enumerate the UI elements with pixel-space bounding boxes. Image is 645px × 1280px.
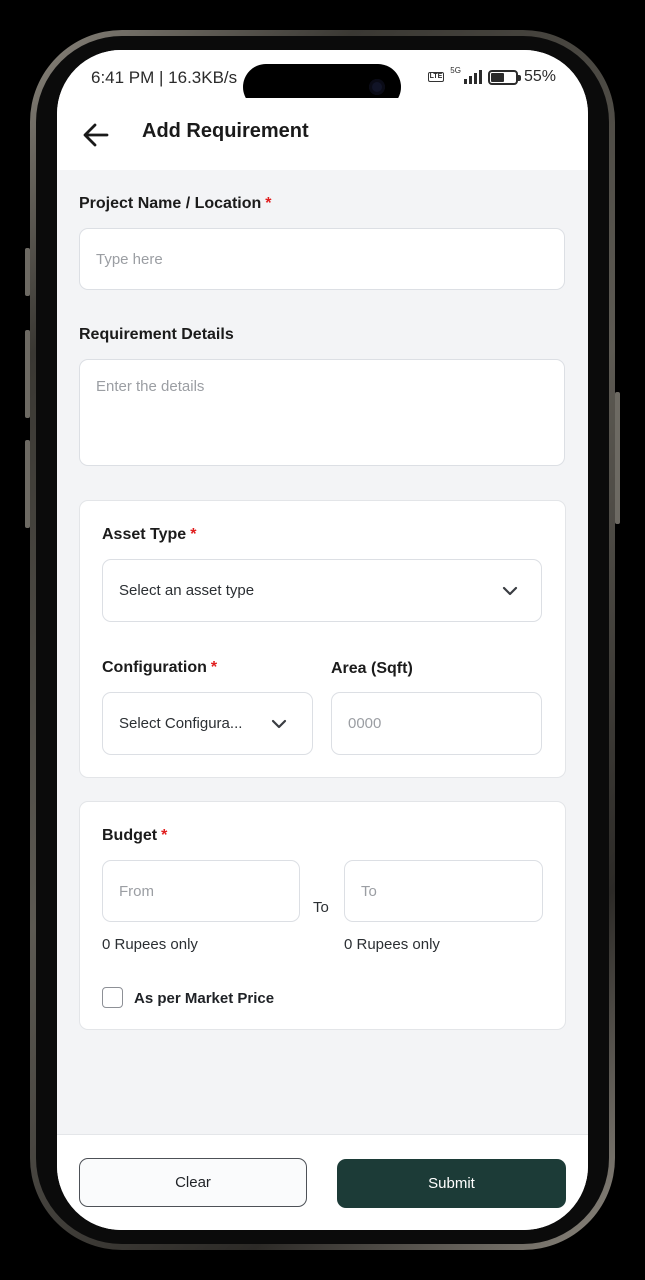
- details-textarea[interactable]: Enter the details: [79, 359, 565, 466]
- area-input[interactable]: 0000: [331, 692, 542, 755]
- clear-button[interactable]: Clear: [79, 1158, 307, 1207]
- budget-from-input[interactable]: From: [102, 860, 300, 922]
- chevron-down-icon: [502, 586, 518, 595]
- side-key: [25, 440, 30, 528]
- asset-type-select[interactable]: Select an asset type: [102, 559, 542, 622]
- status-icons: LTE 5G 55%: [427, 66, 556, 86]
- area-placeholder: 0000: [348, 715, 382, 732]
- asset-type-label-text: Asset Type: [102, 526, 187, 543]
- budget-to-input[interactable]: To: [344, 860, 543, 922]
- required-marker: *: [190, 526, 197, 543]
- screen: 6:41 PM | 16.3KB/s LTE 5G 55% Add Requir…: [57, 50, 588, 1230]
- budget-label-text: Budget: [102, 827, 158, 844]
- project-label: Project Name / Location *: [79, 195, 272, 213]
- battery-icon: [487, 69, 521, 85]
- details-label: Requirement Details: [79, 326, 234, 343]
- configuration-label: Configuration *: [102, 659, 217, 677]
- configuration-select[interactable]: Select Configura...: [102, 692, 313, 755]
- project-label-text: Project Name / Location: [79, 195, 262, 212]
- submit-button[interactable]: Submit: [337, 1159, 566, 1208]
- status-time: 6:41 PM | 16.3KB/s: [91, 68, 238, 87]
- asset-type-value: Select an asset type: [119, 582, 255, 599]
- battery-percent: 55%: [523, 68, 556, 85]
- budget-from-placeholder: From: [119, 882, 154, 900]
- volte-icon: LTE: [427, 72, 445, 82]
- budget-separator: To: [313, 899, 329, 916]
- details-placeholder: Enter the details: [96, 378, 205, 395]
- volume-up-button: [25, 248, 30, 296]
- budget-from-helper: 0 Rupees only: [102, 936, 198, 953]
- project-input[interactable]: Type here: [79, 228, 565, 290]
- area-label: Area (Sqft): [331, 660, 413, 677]
- chevron-down-icon: [271, 719, 287, 728]
- arrow-left-icon[interactable]: [81, 120, 111, 150]
- budget-to-helper: 0 Rupees only: [344, 936, 440, 953]
- required-marker: *: [210, 659, 218, 676]
- asset-type-label: Asset Type *: [102, 526, 196, 544]
- network-type: 5G: [450, 66, 461, 75]
- volume-down-button: [25, 330, 30, 418]
- power-button: [615, 392, 620, 524]
- budget-to-placeholder: To: [361, 882, 377, 900]
- configuration-value: Select Configura...: [119, 715, 243, 732]
- camera-icon: [369, 79, 385, 95]
- page-title: Add Requirement: [142, 120, 309, 142]
- footer-actions: Clear Submit: [57, 1134, 588, 1230]
- configuration-label-text: Configuration: [102, 659, 207, 676]
- app-header: Add Requirement: [57, 98, 588, 170]
- required-marker: *: [265, 195, 272, 212]
- signal-icon: [463, 70, 482, 84]
- project-placeholder: Type here: [96, 250, 163, 268]
- market-price-checkbox[interactable]: [102, 987, 123, 1008]
- market-price-label[interactable]: As per Market Price: [134, 990, 274, 1007]
- required-marker: *: [161, 827, 168, 844]
- budget-label: Budget *: [102, 827, 167, 845]
